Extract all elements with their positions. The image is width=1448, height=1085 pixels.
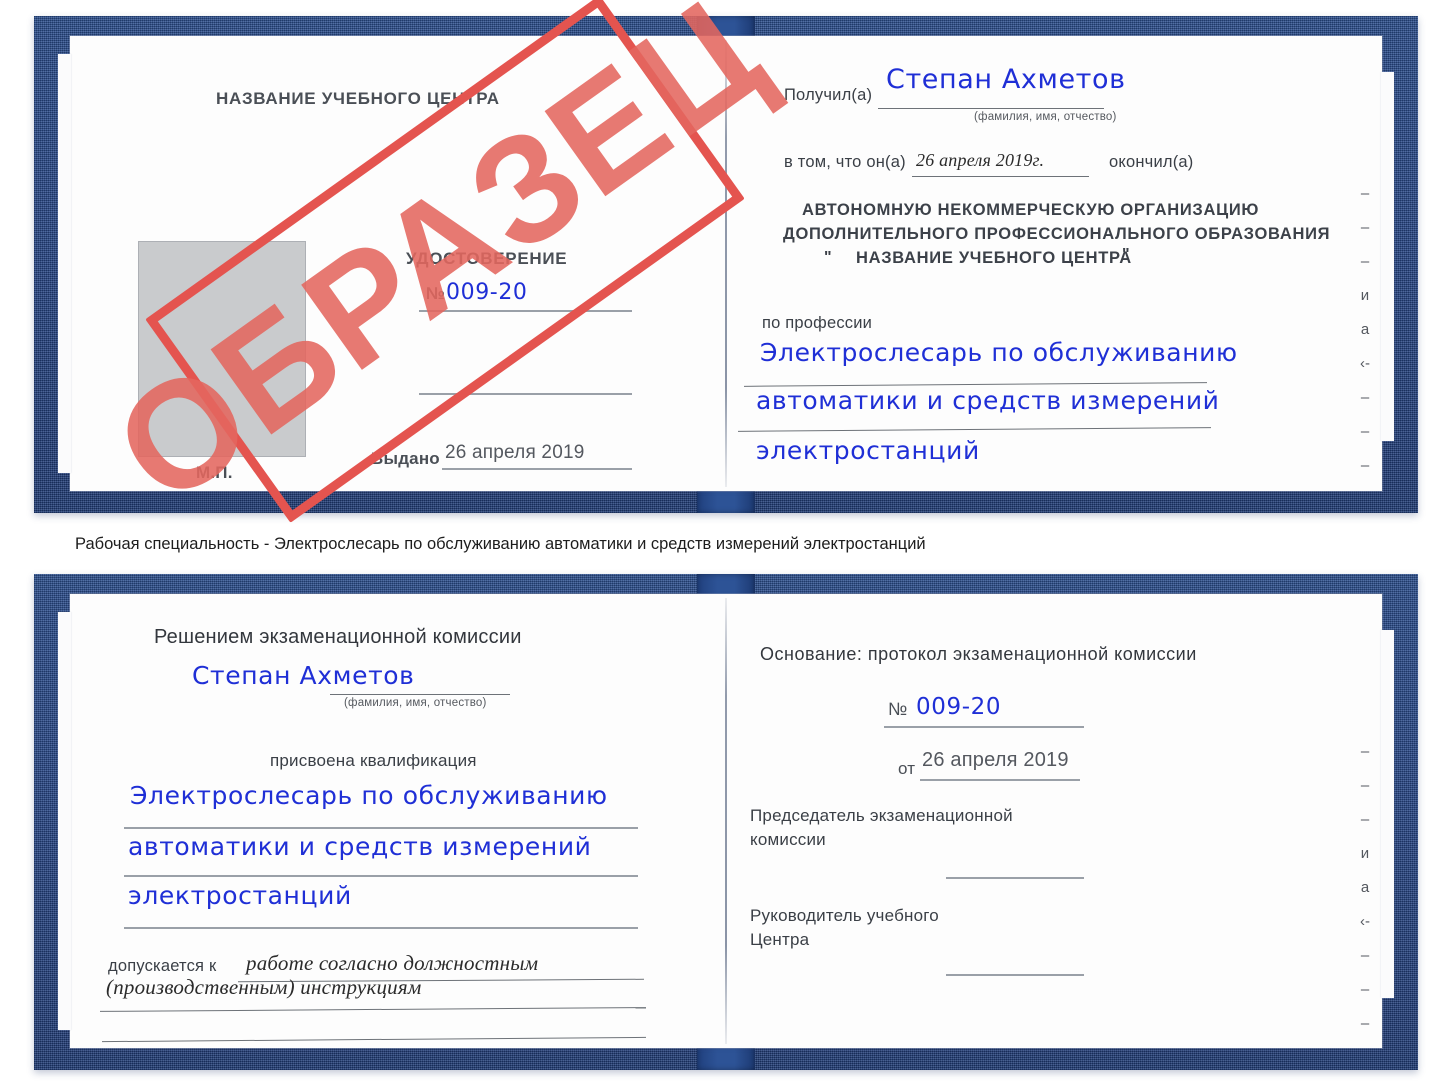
top-right-page: Получил(а) Степан Ахметов (фамилия, имя,…: [726, 36, 1382, 491]
qualification-rule-1: [124, 827, 638, 829]
page-edge-right: [1381, 72, 1394, 441]
number-value: 009-20: [446, 280, 528, 305]
basis-label: Основание: протокол экзаменационной коми…: [760, 644, 1197, 664]
head-signature-rule: [946, 974, 1084, 976]
artifact-glyph: –: [1360, 981, 1370, 998]
certificate-bottom: Решением экзаменационной комиссии Степан…: [34, 574, 1418, 1070]
org-line-3: НАЗВАНИЕ УЧЕБНОГО ЦЕНТРА: [856, 249, 1132, 267]
profession-label: по профессии: [762, 314, 873, 332]
issued-value: 26 апреля 2019: [445, 442, 585, 463]
bottom-left-page: Решением экзаменационной комиссии Степан…: [70, 594, 726, 1048]
artifact-glyph: а: [1360, 321, 1370, 338]
artifact-glyph: –: [1360, 811, 1370, 828]
head-line-1: Руководитель учебного: [750, 906, 939, 925]
artifact-glyph: ‹-: [1360, 913, 1370, 930]
photo-placeholder: [138, 241, 306, 457]
artifact-glyph: –: [1360, 253, 1370, 270]
in-that-label: в том, что он(а): [784, 153, 906, 171]
artifact-glyph: –: [1360, 185, 1370, 202]
person-rule: [330, 694, 510, 695]
chairman-line-2: комиссии: [750, 830, 826, 849]
org-line-1: АВТОНОМНУЮ НЕКОММЕРЧЕСКУЮ ОРГАНИЗАЦИЮ: [802, 201, 1260, 219]
org-line-2: ДОПОЛНИТЕЛЬНОГО ПРОФЕССИОНАЛЬНОГО ОБРАЗО…: [783, 225, 1331, 243]
artifact-glyph: –: [1360, 457, 1370, 474]
artifact-glyph: и: [1360, 287, 1370, 304]
admitted-line-2: (производственным) инструкциям: [106, 975, 422, 999]
person-name: Степан Ахметов: [192, 661, 415, 690]
profession-line-1: Электрослесарь по обслуживанию: [760, 338, 1238, 367]
artifact-glyph: –: [1360, 219, 1370, 236]
chairman-line-1: Председатель экзаменационной: [750, 806, 1013, 825]
qualification-rule-2: [124, 875, 638, 877]
page-edge-right: [1381, 630, 1394, 998]
scan-margin-artifacts: – – – и а ‹- – – – –: [1360, 186, 1370, 491]
artifact-glyph: –: [1360, 743, 1370, 760]
scan-margin-artifacts: – – – и а ‹- – – – –: [1360, 744, 1370, 1048]
admitted-line-1: работе согласно должностным: [246, 951, 539, 975]
received-hint: (фамилия, имя, отчество): [974, 111, 1117, 123]
protocol-number-label: №: [888, 699, 908, 719]
doc-type-title: УДОСТОВЕРЕНИЕ: [406, 249, 568, 268]
artifact-glyph: –: [1360, 947, 1370, 964]
admitted-label: допускается к: [108, 957, 217, 975]
profession-line-2: автоматики и средств измерений: [756, 386, 1220, 415]
certificate-top-pages: НАЗВАНИЕ УЧЕБНОГО ЦЕНТРА УДОСТОВЕРЕНИЕ №…: [58, 36, 1394, 491]
head-line-2: Центра: [750, 930, 810, 949]
protocol-date-value: 26 апреля 2019: [922, 749, 1069, 771]
org-quote-close: ": [1122, 246, 1130, 263]
person-hint: (фамилия, имя, отчество): [344, 697, 487, 709]
certificate-bottom-pages: Решением экзаменационной комиссии Степан…: [58, 594, 1394, 1048]
org-quote-open: ": [824, 249, 832, 266]
bottom-right-page: Основание: протокол экзаменационной коми…: [726, 594, 1382, 1048]
received-value: Степан Ахметов: [886, 64, 1126, 95]
admitted-rule-2: [100, 1007, 646, 1012]
finished-label: окончил(а): [1109, 153, 1194, 171]
org-title: НАЗВАНИЕ УЧЕБНОГО ЦЕНТРА: [216, 89, 500, 108]
certificate-top: НАЗВАНИЕ УЧЕБНОГО ЦЕНТРА УДОСТОВЕРЕНИЕ №…: [34, 0, 1418, 537]
profession-rule-2: [738, 427, 1211, 432]
top-left-page: НАЗВАНИЕ УЧЕБНОГО ЦЕНТРА УДОСТОВЕРЕНИЕ №…: [70, 36, 726, 491]
issued-rule: [442, 468, 632, 470]
issued-label: Выдано: [371, 449, 440, 468]
chairman-signature-rule: [946, 877, 1084, 879]
protocol-number-rule: [884, 726, 1084, 728]
profession-line-3: электростанций: [756, 436, 980, 465]
artifact-glyph: –: [1360, 1015, 1370, 1032]
seal-label: М.П.: [196, 463, 233, 482]
qualification-line-3: электростанций: [128, 881, 352, 910]
artifact-glyph: –: [1360, 423, 1370, 440]
qualification-line-1: Электрослесарь по обслуживанию: [130, 781, 608, 810]
qualification-rule-3: [124, 927, 638, 929]
protocol-date-rule: [920, 779, 1080, 781]
artifact-glyph: –: [1360, 777, 1370, 794]
in-that-value: 26 апреля 2019г.: [916, 150, 1045, 170]
received-rule: [878, 108, 1104, 109]
in-that-rule: [912, 176, 1089, 177]
number-rule: [419, 310, 632, 312]
qualification-line-2: автоматики и средств измерений: [128, 832, 592, 861]
decision-title: Решением экзаменационной комиссии: [154, 626, 522, 648]
page-caption: Рабочая специальность - Электрослесарь п…: [75, 535, 926, 553]
qualification-label: присвоена квалификация: [270, 751, 477, 770]
protocol-date-label: от: [898, 759, 916, 778]
number-label: №: [426, 284, 446, 303]
protocol-number-value: 009-20: [916, 694, 1002, 720]
received-label: Получил(а): [784, 86, 873, 104]
artifact-glyph: –: [1360, 389, 1370, 406]
artifact-glyph: и: [1360, 845, 1370, 862]
artifact-glyph: а: [1360, 879, 1370, 896]
artifact-glyph: ‹-: [1360, 355, 1370, 372]
blank-rule-bottom: [102, 1036, 646, 1043]
blank-rule-1: [419, 393, 632, 395]
